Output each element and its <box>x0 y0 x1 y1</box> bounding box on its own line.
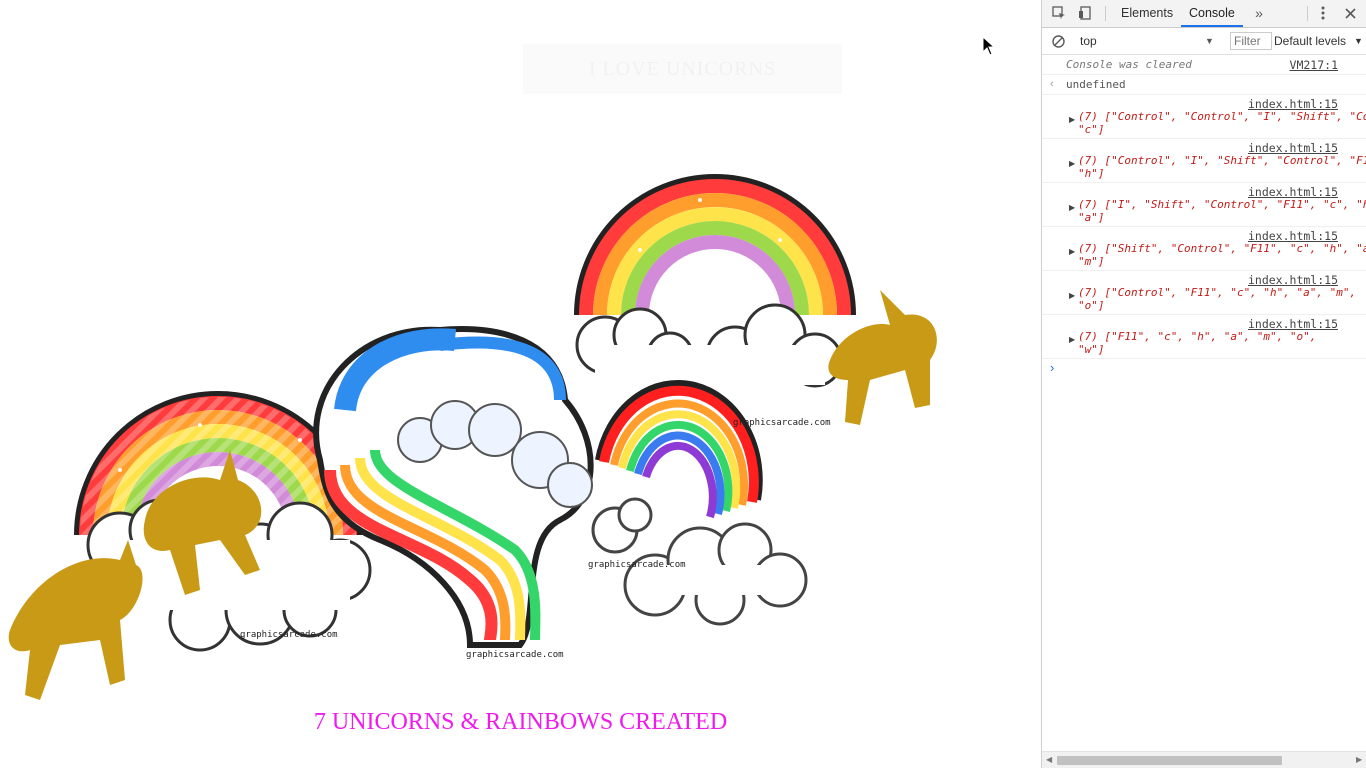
rainbow-top <box>574 174 856 388</box>
more-tabs-icon[interactable]: » <box>1250 4 1268 22</box>
context-select[interactable]: top <box>1080 32 1217 50</box>
log-line: "w"] <box>1078 343 1105 356</box>
faded-banner: I LOVE UNICORNS <box>523 44 842 94</box>
console-log-row[interactable]: index.html:15 ▶ (7) ["Control", "I", "Sh… <box>1042 139 1366 183</box>
kebab-menu-icon[interactable] <box>1314 4 1332 22</box>
mouse-cursor-icon <box>982 36 996 56</box>
console-result-row: ‹ undefined <box>1042 75 1366 95</box>
log-line: "h"] <box>1078 167 1105 180</box>
horizontal-scrollbar[interactable]: ◀ ▶ <box>1042 751 1366 768</box>
log-line: "a"] <box>1078 211 1105 224</box>
log-line: "m"] <box>1078 255 1105 268</box>
scroll-left-icon[interactable]: ◀ <box>1046 755 1052 764</box>
log-line: (7) ["I", "Shift", "Control", "F11", "c"… <box>1078 198 1366 211</box>
tab-divider <box>1105 6 1106 21</box>
console-cleared-row: Console was cleared VM217:1 <box>1042 55 1366 75</box>
chevron-down-icon: ▼ <box>1354 36 1363 46</box>
source-link[interactable]: index.html:15 <box>1248 273 1338 287</box>
result-arrow-icon: ‹ <box>1050 78 1054 90</box>
gold-unicorn-1 <box>8 540 143 700</box>
expand-arrow-icon[interactable]: ▶ <box>1069 203 1075 212</box>
prompt-chevron-icon: › <box>1050 360 1055 375</box>
watermark-2: graphicsarcade.com <box>466 650 564 660</box>
source-link[interactable]: index.html:15 <box>1248 141 1338 155</box>
console-cleared-text: Console was cleared <box>1066 58 1192 71</box>
log-line: (7) ["Control", "Control", "I", "Shift",… <box>1078 110 1366 123</box>
log-line: (7) ["F11", "c", "h", "a", "m", "o", <box>1078 330 1317 343</box>
device-toolbar-icon[interactable] <box>1076 4 1094 22</box>
devtools-panel: Elements Console » top ▼ Default levels … <box>1041 0 1366 768</box>
scroll-right-icon[interactable]: ▶ <box>1356 755 1362 764</box>
close-icon[interactable] <box>1341 4 1359 22</box>
tab-elements[interactable]: Elements <box>1113 0 1181 27</box>
console-toolbar: top ▼ Default levels ▼ <box>1042 28 1366 55</box>
expand-arrow-icon[interactable]: ▶ <box>1069 335 1075 344</box>
source-link[interactable]: index.html:15 <box>1248 229 1338 243</box>
unicorn-rainbow-scene: graphicsarcade.com graphicsarcade.com gr… <box>8 174 937 700</box>
page-viewport: I LOVE UNICORNS graphicsarcade.com graph… <box>0 0 1041 768</box>
console-log-row[interactable]: index.html:15 ▶ (7) ["Control", "F11", "… <box>1042 271 1366 315</box>
log-line: "c"] <box>1078 123 1105 136</box>
expand-arrow-icon[interactable]: ▶ <box>1069 247 1075 256</box>
chevron-down-icon: ▼ <box>1205 36 1214 46</box>
console-log-row[interactable]: index.html:15 ▶ (7) ["Shift", "Control",… <box>1042 227 1366 271</box>
watermark-4: graphicsarcade.com <box>588 560 686 570</box>
scrollbar-thumb[interactable] <box>1057 756 1282 765</box>
log-levels-dropdown[interactable]: Default levels <box>1274 32 1346 50</box>
devtools-tabbar: Elements Console » <box>1042 0 1366 28</box>
log-line: (7) ["Shift", "Control", "F11", "c", "h"… <box>1078 242 1366 255</box>
expand-arrow-icon[interactable]: ▶ <box>1069 115 1075 124</box>
source-link[interactable]: index.html:15 <box>1248 317 1338 331</box>
expand-arrow-icon[interactable]: ▶ <box>1069 291 1075 300</box>
heart-rainbow <box>313 326 594 648</box>
tab-divider <box>1307 6 1308 21</box>
clear-console-icon[interactable] <box>1049 32 1067 50</box>
console-messages: Console was cleared VM217:1 ‹ undefined … <box>1042 55 1366 750</box>
expand-arrow-icon[interactable]: ▶ <box>1069 159 1075 168</box>
source-link[interactable]: index.html:15 <box>1248 185 1338 199</box>
console-log-row[interactable]: index.html:15 ▶ (7) ["F11", "c", "h", "a… <box>1042 315 1366 359</box>
log-line: (7) ["Control", "F11", "c", "h", "a", "m… <box>1078 286 1357 299</box>
console-prompt-row[interactable]: › <box>1042 359 1366 379</box>
console-log-row[interactable]: index.html:15 ▶ (7) ["I", "Shift", "Cont… <box>1042 183 1366 227</box>
inspect-element-icon[interactable] <box>1050 4 1068 22</box>
source-link[interactable]: VM217:1 <box>1290 58 1338 72</box>
result-text: undefined <box>1066 78 1126 91</box>
source-link[interactable]: index.html:15 <box>1248 97 1338 111</box>
console-log-row[interactable]: index.html:15 ▶ (7) ["Control", "Control… <box>1042 95 1366 139</box>
console-filter-input[interactable] <box>1230 32 1272 50</box>
watermark-3: graphicsarcade.com <box>733 418 831 428</box>
log-line: (7) ["Control", "I", "Shift", "Control",… <box>1078 154 1366 167</box>
watermark-1: graphicsarcade.com <box>240 630 338 640</box>
page-caption: 7 UNICORNS & RAINBOWS CREATED <box>313 709 728 735</box>
tab-console[interactable]: Console <box>1181 0 1243 27</box>
log-line: "o"] <box>1078 299 1105 312</box>
